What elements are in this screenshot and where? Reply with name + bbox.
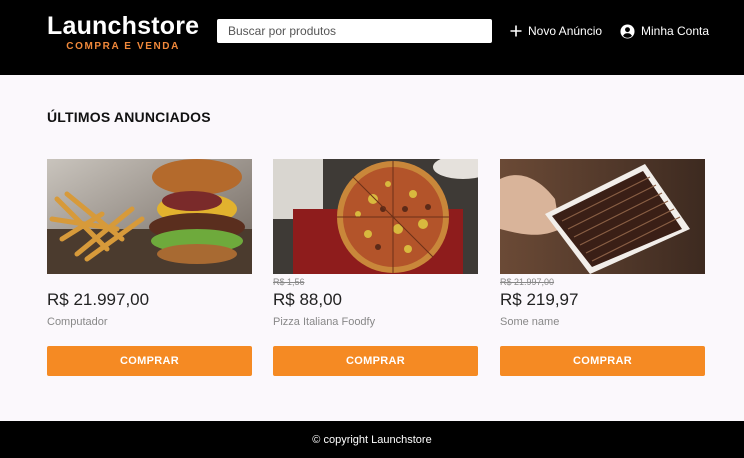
product-card: R$ 21.997,00 Computador COMPRAR bbox=[47, 159, 252, 379]
chocolate-box-photo bbox=[500, 159, 705, 274]
brand-logo[interactable]: Launchstore COMPRA E VENDA bbox=[47, 12, 199, 53]
product-price: R$ 21.997,00 bbox=[47, 290, 150, 309]
buy-button[interactable]: COMPRAR bbox=[47, 346, 252, 376]
account-link[interactable]: Minha Conta bbox=[620, 22, 709, 40]
product-price: R$ 88,00 bbox=[273, 290, 342, 309]
new-listing-label: Novo Anúncio bbox=[528, 24, 603, 38]
product-card: R$ 21.997,00 R$ 219,97 Some name COMPRAR bbox=[500, 159, 705, 379]
buy-button[interactable]: COMPRAR bbox=[500, 346, 705, 376]
buy-button[interactable]: COMPRAR bbox=[273, 346, 478, 376]
site-footer: © copyright Launchstore bbox=[0, 421, 744, 458]
brand-title: Launchstore bbox=[47, 12, 200, 40]
account-circle-icon bbox=[620, 23, 635, 39]
product-image[interactable] bbox=[273, 159, 478, 274]
site-header: Launchstore COMPRA E VENDA Novo Anúncio … bbox=[0, 0, 744, 75]
new-listing-link[interactable]: Novo Anúncio bbox=[510, 22, 602, 40]
search-input[interactable] bbox=[217, 19, 492, 43]
product-image[interactable] bbox=[500, 159, 705, 274]
product-name: Some name bbox=[500, 316, 560, 328]
brand-subtitle: COMPRA E VENDA bbox=[66, 41, 180, 52]
product-price: R$ 219,97 bbox=[500, 290, 579, 309]
copyright-text: © copyright Launchstore bbox=[312, 433, 432, 446]
product-old-price: R$ 1,56 bbox=[273, 277, 305, 287]
burger-photo bbox=[47, 159, 252, 274]
section-title: ÚLTIMOS ANUNCIADOS bbox=[47, 109, 211, 125]
product-name: Computador bbox=[47, 316, 108, 328]
product-name: Pizza Italiana Foodfy bbox=[273, 316, 376, 328]
product-image[interactable] bbox=[47, 159, 252, 274]
plus-icon bbox=[510, 25, 522, 37]
product-old-price: R$ 21.997,00 bbox=[500, 277, 555, 287]
pizza-photo bbox=[273, 159, 478, 274]
account-label: Minha Conta bbox=[641, 24, 710, 38]
product-card: R$ 1,56 R$ 88,00 Pizza Italiana Foodfy C… bbox=[273, 159, 478, 379]
